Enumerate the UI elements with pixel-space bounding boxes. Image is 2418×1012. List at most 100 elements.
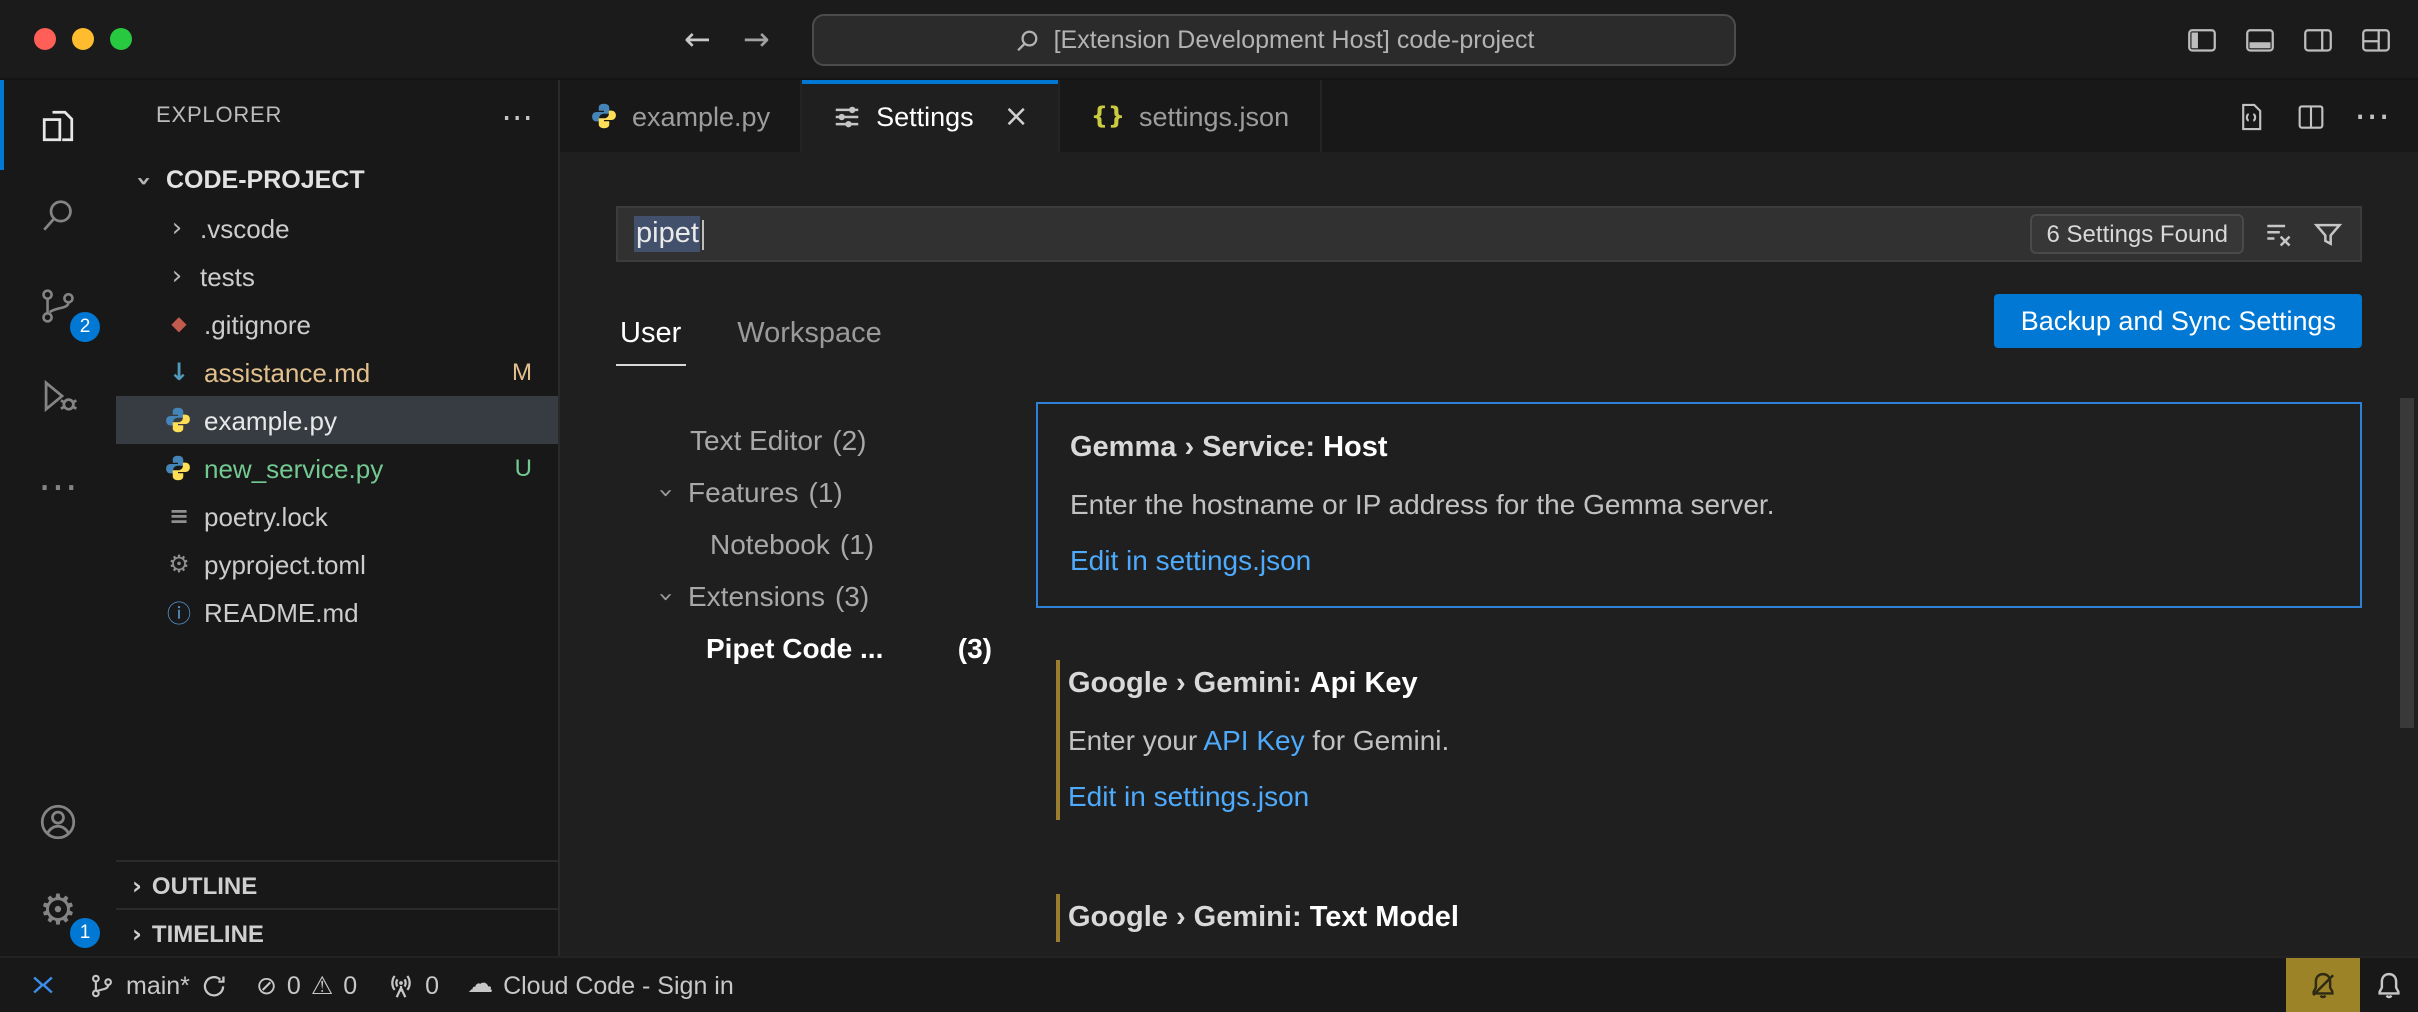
- toc-notebook[interactable]: Notebook (1): [616, 518, 1012, 570]
- scope-tab-user[interactable]: User: [616, 310, 685, 366]
- python-file-icon: [590, 102, 618, 130]
- error-count: 0: [287, 971, 301, 999]
- manage-gear-icon[interactable]: ⚙ 1: [0, 866, 116, 956]
- search-icon: [1014, 27, 1040, 53]
- toc-extensions[interactable]: › Extensions (3): [616, 570, 1012, 622]
- sync-icon: [200, 971, 228, 999]
- explorer-view-icon[interactable]: [0, 80, 116, 170]
- setting-actions-gear-icon[interactable]: ⚙: [1012, 424, 1015, 464]
- tab-settings-json[interactable]: {} settings.json: [1061, 80, 1321, 152]
- toc-features[interactable]: › Features (1): [616, 466, 1012, 518]
- chevron-down-icon: ›: [650, 583, 680, 609]
- setting-title: Google › Gemini: Text Model: [1068, 898, 2330, 938]
- close-window-button[interactable]: [34, 28, 56, 50]
- settings-list: ⚙ Gemma › Service: Host Enter the hostna…: [1012, 402, 2362, 956]
- file-tree: › CODE-PROJECT › .vscode › tests ◆ .giti…: [116, 152, 558, 860]
- tab-settings[interactable]: Settings ×: [802, 80, 1061, 152]
- close-tab-icon[interactable]: ×: [1004, 101, 1029, 131]
- scope-tab-workspace[interactable]: Workspace: [733, 310, 886, 366]
- markdown-file-icon: ↓: [164, 358, 194, 386]
- tree-file-pyproject-toml[interactable]: ⚙ pyproject.toml: [116, 540, 558, 588]
- outline-section-header[interactable]: › OUTLINE: [116, 860, 558, 908]
- backup-sync-settings-button[interactable]: Backup and Sync Settings: [1995, 294, 2362, 348]
- window-title: [Extension Development Host] code-projec…: [1054, 26, 1535, 54]
- tree-file-gitignore[interactable]: ◆ .gitignore: [116, 300, 558, 348]
- search-view-icon[interactable]: [0, 170, 116, 260]
- toc-pipet-code[interactable]: Pipet Code ... (3): [616, 622, 1012, 674]
- git-untracked-badge: U: [515, 454, 532, 482]
- source-control-view-icon[interactable]: 2: [0, 260, 116, 350]
- settings-found-count: 6 Settings Found: [2031, 214, 2244, 254]
- accounts-icon[interactable]: [0, 776, 116, 866]
- customize-layout-icon[interactable]: [2358, 21, 2394, 57]
- edit-in-settings-json-link[interactable]: Edit in settings.json: [1070, 540, 2328, 580]
- activity-bar: 2 ⋯ ⚙ 1: [0, 80, 116, 956]
- root-folder-label: CODE-PROJECT: [166, 166, 365, 194]
- chevron-right-icon: ›: [164, 213, 190, 243]
- chevron-down-icon: ›: [128, 167, 158, 193]
- json-braces-icon: {}: [1091, 102, 1125, 130]
- chevron-right-icon: ›: [132, 871, 142, 899]
- tree-file-poetry-lock[interactable]: ≡ poetry.lock: [116, 492, 558, 540]
- settings-search-value: pipet: [634, 218, 705, 250]
- branch-name: main*: [126, 971, 190, 999]
- bell-icon: [2374, 970, 2404, 1000]
- status-bar: main* ⊘ 0 ⚠ 0 0: [0, 956, 2418, 1012]
- do-not-disturb-indicator[interactable]: [2286, 958, 2360, 1012]
- settings-toc: Text Editor (2) › Features (1) Notebook …: [616, 402, 1012, 956]
- tab-label: Settings: [876, 101, 974, 131]
- problems-status[interactable]: ⊘ 0 ⚠ 0: [242, 958, 371, 1012]
- activity-bar-spacer: [0, 530, 116, 776]
- toggle-panel-icon[interactable]: [2242, 21, 2278, 57]
- window-controls: [34, 0, 132, 78]
- tab-example-py[interactable]: example.py: [560, 80, 802, 152]
- settings-editor: pipet 6 Settings Found: [560, 152, 2418, 956]
- remote-indicator[interactable]: [12, 958, 74, 1012]
- tree-file-assistance-md[interactable]: ↓ assistance.md M: [116, 348, 558, 396]
- settings-scrollbar-thumb[interactable]: [2400, 398, 2414, 728]
- clear-search-results-icon[interactable]: [2262, 218, 2294, 250]
- ports-status[interactable]: 0: [371, 958, 453, 1012]
- additional-views-icon[interactable]: ⋯: [0, 440, 116, 530]
- cloud-code-status[interactable]: ☁ Cloud Code - Sign in: [453, 958, 748, 1012]
- more-actions-icon[interactable]: ⋯: [2354, 95, 2390, 137]
- zoom-window-button[interactable]: [110, 28, 132, 50]
- open-settings-json-icon[interactable]: [2234, 99, 2268, 133]
- toggle-primary-sidebar-icon[interactable]: [2184, 21, 2220, 57]
- toc-text-editor[interactable]: Text Editor (2): [616, 414, 1012, 466]
- tree-file-readme-md[interactable]: ⓘ README.md: [116, 588, 558, 636]
- run-debug-view-icon[interactable]: [0, 350, 116, 440]
- tree-file-new-service-py[interactable]: new_service.py U: [116, 444, 558, 492]
- explorer-more-actions-icon[interactable]: ⋯: [501, 97, 534, 135]
- git-branch-icon: [88, 971, 116, 999]
- minimize-window-button[interactable]: [72, 28, 94, 50]
- vscode-window: ← → [Extension Development Host] code-pr…: [0, 0, 2418, 1012]
- go-forward-button[interactable]: →: [743, 20, 770, 58]
- chevron-right-icon: ›: [132, 919, 142, 947]
- setting-google-gemini-api-key[interactable]: Google › Gemini: Api Key Enter your API …: [1036, 640, 2362, 842]
- command-center[interactable]: [Extension Development Host] code-projec…: [812, 14, 1736, 66]
- tree-folder-vscode[interactable]: › .vscode: [116, 204, 558, 252]
- api-key-link[interactable]: API Key: [1203, 724, 1304, 756]
- tree-root-code-project[interactable]: › CODE-PROJECT: [116, 156, 558, 204]
- go-back-button[interactable]: ←: [684, 20, 711, 58]
- filter-icon[interactable]: [2312, 218, 2344, 250]
- tree-folder-tests[interactable]: › tests: [116, 252, 558, 300]
- toggle-secondary-sidebar-icon[interactable]: [2300, 21, 2336, 57]
- notifications-bell[interactable]: [2360, 958, 2418, 1012]
- git-modified-badge: M: [512, 358, 532, 386]
- setting-gemma-service-host[interactable]: ⚙ Gemma › Service: Host Enter the hostna…: [1036, 402, 2362, 608]
- tree-file-example-py[interactable]: example.py: [116, 396, 558, 444]
- edit-in-settings-json-link[interactable]: Edit in settings.json: [1068, 776, 2330, 816]
- timeline-section-header[interactable]: › TIMELINE: [116, 908, 558, 956]
- toml-file-icon: ⚙: [164, 550, 194, 578]
- git-file-icon: ◆: [164, 313, 194, 335]
- setting-google-gemini-text-model[interactable]: Google › Gemini: Text Model: [1036, 874, 2362, 956]
- git-branch-status[interactable]: main*: [74, 958, 242, 1012]
- cloud-code-label: Cloud Code - Sign in: [503, 971, 734, 999]
- explorer-sidebar: EXPLORER ⋯ › CODE-PROJECT › .vscode › te…: [116, 80, 560, 956]
- settings-search-input[interactable]: pipet 6 Settings Found: [616, 206, 2362, 262]
- split-editor-icon[interactable]: [2294, 99, 2328, 133]
- setting-description: Enter the hostname or IP address for the…: [1070, 484, 2328, 524]
- bell-slash-icon: [2308, 970, 2338, 1000]
